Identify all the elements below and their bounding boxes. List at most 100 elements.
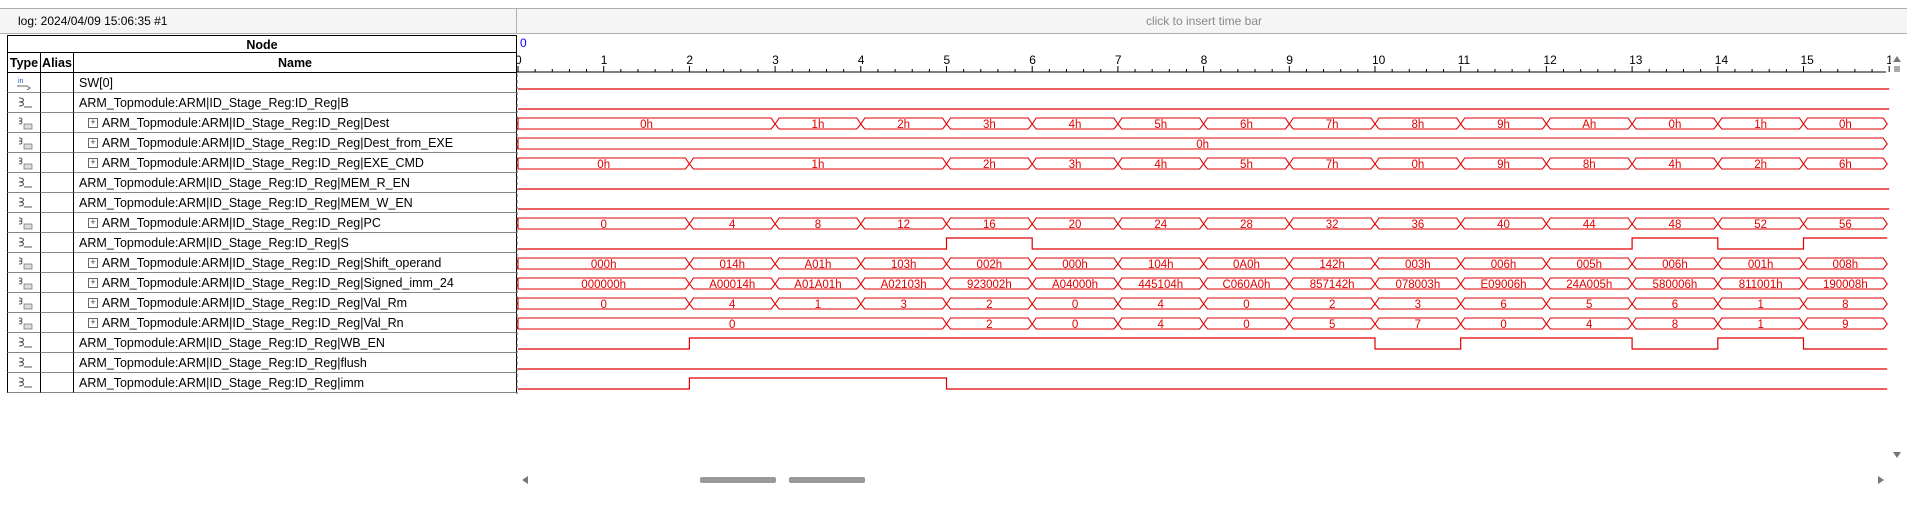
alias-cell bbox=[40, 193, 74, 213]
ruler-tick-label: 5 bbox=[944, 53, 951, 67]
name-cell[interactable]: + ARM_Topmodule:ARM|ID_Stage_Reg:ID_Reg|S… bbox=[73, 253, 517, 273]
scroll-up-arrow[interactable] bbox=[1893, 56, 1901, 62]
bus-value-label: E09006h bbox=[1481, 279, 1527, 291]
bus-value-label: 078003h bbox=[1395, 279, 1440, 291]
bus-value-label: 104h bbox=[1148, 259, 1174, 271]
bus-value-label: 0h bbox=[1411, 159, 1424, 171]
bus-value-label: 36 bbox=[1411, 219, 1424, 231]
bus-signal-icon bbox=[18, 137, 33, 150]
bus-value-label: 857142h bbox=[1310, 279, 1355, 291]
bus-value-label: 3 bbox=[900, 299, 906, 311]
signal-row[interactable]: + ARM_Topmodule:ARM|ID_Stage_Reg:ID_Reg|V… bbox=[7, 313, 517, 333]
name-cell[interactable]: + ARM_Topmodule:ARM|ID_Stage_Reg:ID_Reg|D… bbox=[73, 133, 517, 153]
signal-row[interactable]: in SW[0] bbox=[7, 73, 517, 93]
signal-row[interactable]: ARM_Topmodule:ARM|ID_Stage_Reg:ID_Reg|B bbox=[7, 93, 517, 113]
name-cell[interactable]: + ARM_Topmodule:ARM|ID_Stage_Reg:ID_Reg|S… bbox=[73, 273, 517, 293]
waveform-panel[interactable]: 0123456789101112131415160h1h2h3h4h5h6h7h… bbox=[516, 36, 1891, 401]
signal-row[interactable]: + ARM_Topmodule:ARM|ID_Stage_Reg:ID_Reg|S… bbox=[7, 253, 517, 273]
log-header: log: 2024/04/09 15:06:35 #1 click to ins… bbox=[0, 8, 1907, 34]
time-bar-area[interactable]: click to insert time bar bbox=[516, 9, 1891, 33]
name-cell[interactable]: + ARM_Topmodule:ARM|ID_Stage_Reg:ID_Reg|V… bbox=[73, 313, 517, 333]
name-cell[interactable]: + ARM_Topmodule:ARM|ID_Stage_Reg:ID_Reg|V… bbox=[73, 293, 517, 313]
bus-value-label: 4 bbox=[1158, 319, 1165, 331]
bus-value-label: 0 bbox=[600, 219, 606, 231]
expand-icon[interactable]: + bbox=[88, 118, 98, 128]
bus-value-label: 0 bbox=[1243, 299, 1249, 311]
expand-icon[interactable]: + bbox=[88, 158, 98, 168]
signal-row[interactable]: ARM_Topmodule:ARM|ID_Stage_Reg:ID_Reg|WB… bbox=[7, 333, 517, 353]
bus-value-label: C060A0h bbox=[1222, 279, 1270, 291]
scroll-right-arrow[interactable] bbox=[1878, 476, 1884, 484]
bus-value-label: 000h bbox=[591, 259, 617, 271]
alias-column-header[interactable]: Alias bbox=[40, 53, 74, 73]
expand-icon[interactable]: + bbox=[88, 318, 98, 328]
signal-row[interactable]: + ARM_Topmodule:ARM|ID_Stage_Reg:ID_Reg|D… bbox=[7, 133, 517, 153]
name-cell[interactable]: ARM_Topmodule:ARM|ID_Stage_Reg:ID_Reg|ME… bbox=[73, 173, 517, 193]
type-cell bbox=[7, 173, 41, 193]
name-cell[interactable]: ARM_Topmodule:ARM|ID_Stage_Reg:ID_Reg|S bbox=[73, 233, 517, 253]
scroll-thumb[interactable] bbox=[700, 477, 776, 483]
bus-value-label: 1h bbox=[812, 119, 825, 131]
type-cell bbox=[7, 353, 41, 373]
bus-value-label: 0 bbox=[1072, 319, 1078, 331]
signal-name: ARM_Topmodule:ARM|ID_Stage_Reg:ID_Reg|Sh… bbox=[102, 256, 442, 270]
signal-row[interactable]: + ARM_Topmodule:ARM|ID_Stage_Reg:ID_Reg|V… bbox=[7, 293, 517, 313]
vscroll-thumb[interactable] bbox=[1894, 66, 1900, 72]
bus-value-label: 6 bbox=[1500, 299, 1506, 311]
expand-icon[interactable]: + bbox=[88, 138, 98, 148]
bus-value-label: 0 bbox=[1243, 319, 1249, 331]
bus-value-label: 005h bbox=[1576, 259, 1602, 271]
bus-value-label: 9h bbox=[1497, 119, 1510, 131]
signal-row[interactable]: + ARM_Topmodule:ARM|ID_Stage_Reg:ID_Reg|P… bbox=[7, 213, 517, 233]
name-cell[interactable]: ARM_Topmodule:ARM|ID_Stage_Reg:ID_Reg|im… bbox=[73, 373, 517, 393]
bus-value-label: 006h bbox=[1662, 259, 1688, 271]
bus-value-label: 006h bbox=[1491, 259, 1517, 271]
expand-icon[interactable]: + bbox=[88, 278, 98, 288]
name-cell[interactable]: SW[0] bbox=[73, 73, 517, 93]
vertical-scrollbar[interactable] bbox=[1891, 52, 1903, 462]
expand-icon[interactable]: + bbox=[88, 218, 98, 228]
scroll-down-arrow[interactable] bbox=[1893, 452, 1901, 458]
name-cell[interactable]: ARM_Topmodule:ARM|ID_Stage_Reg:ID_Reg|B bbox=[73, 93, 517, 113]
signal-row[interactable]: + ARM_Topmodule:ARM|ID_Stage_Reg:ID_Reg|S… bbox=[7, 273, 517, 293]
name-cell[interactable]: ARM_Topmodule:ARM|ID_Stage_Reg:ID_Reg|ME… bbox=[73, 193, 517, 213]
bus-value-label: 3h bbox=[1069, 159, 1082, 171]
bus-value-label: 7 bbox=[1415, 319, 1421, 331]
bus-value-label: 24 bbox=[1154, 219, 1167, 231]
bit-wave bbox=[518, 237, 1888, 250]
signal-name: ARM_Topmodule:ARM|ID_Stage_Reg:ID_Reg|Va… bbox=[102, 316, 404, 330]
alias-cell bbox=[40, 333, 74, 353]
alias-cell bbox=[40, 93, 74, 113]
bus-value-label: 7h bbox=[1326, 119, 1339, 131]
type-cell bbox=[7, 153, 41, 173]
signal-row[interactable]: + ARM_Topmodule:ARM|ID_Stage_Reg:ID_Reg|E… bbox=[7, 153, 517, 173]
signal-row[interactable]: ARM_Topmodule:ARM|ID_Stage_Reg:ID_Reg|ME… bbox=[7, 173, 517, 193]
type-cell bbox=[7, 213, 41, 233]
name-column-header[interactable]: Name bbox=[73, 53, 517, 73]
horizontal-scrollbar[interactable] bbox=[516, 472, 1890, 488]
name-cell[interactable]: + ARM_Topmodule:ARM|ID_Stage_Reg:ID_Reg|E… bbox=[73, 153, 517, 173]
signal-row[interactable]: ARM_Topmodule:ARM|ID_Stage_Reg:ID_Reg|S bbox=[7, 233, 517, 253]
name-cell[interactable]: ARM_Topmodule:ARM|ID_Stage_Reg:ID_Reg|WB… bbox=[73, 333, 517, 353]
signal-row[interactable]: + ARM_Topmodule:ARM|ID_Stage_Reg:ID_Reg|D… bbox=[7, 113, 517, 133]
expand-icon[interactable]: + bbox=[88, 298, 98, 308]
bus-value-label: 9 bbox=[1842, 319, 1848, 331]
bus-value-label: 0h bbox=[1196, 139, 1209, 151]
bus-value-label: 580006h bbox=[1653, 279, 1698, 291]
scroll-left-arrow[interactable] bbox=[522, 476, 528, 484]
signal-row[interactable]: ARM_Topmodule:ARM|ID_Stage_Reg:ID_Reg|fl… bbox=[7, 353, 517, 373]
ruler-tick-label: 13 bbox=[1629, 53, 1643, 67]
input-pin-icon: in bbox=[17, 78, 31, 90]
name-cell[interactable]: + ARM_Topmodule:ARM|ID_Stage_Reg:ID_Reg|P… bbox=[73, 213, 517, 233]
alias-cell bbox=[40, 253, 74, 273]
signal-row[interactable]: ARM_Topmodule:ARM|ID_Stage_Reg:ID_Reg|im… bbox=[7, 373, 517, 393]
type-column-header[interactable]: Type bbox=[7, 53, 41, 73]
expand-icon[interactable]: + bbox=[88, 258, 98, 268]
name-cell[interactable]: ARM_Topmodule:ARM|ID_Stage_Reg:ID_Reg|fl… bbox=[73, 353, 517, 373]
bus-value-label: 1 bbox=[815, 299, 821, 311]
signal-row[interactable]: ARM_Topmodule:ARM|ID_Stage_Reg:ID_Reg|ME… bbox=[7, 193, 517, 213]
alias-cell bbox=[40, 373, 74, 393]
name-cell[interactable]: + ARM_Topmodule:ARM|ID_Stage_Reg:ID_Reg|D… bbox=[73, 113, 517, 133]
alias-cell bbox=[40, 273, 74, 293]
scroll-thumb-secondary[interactable] bbox=[789, 477, 865, 483]
